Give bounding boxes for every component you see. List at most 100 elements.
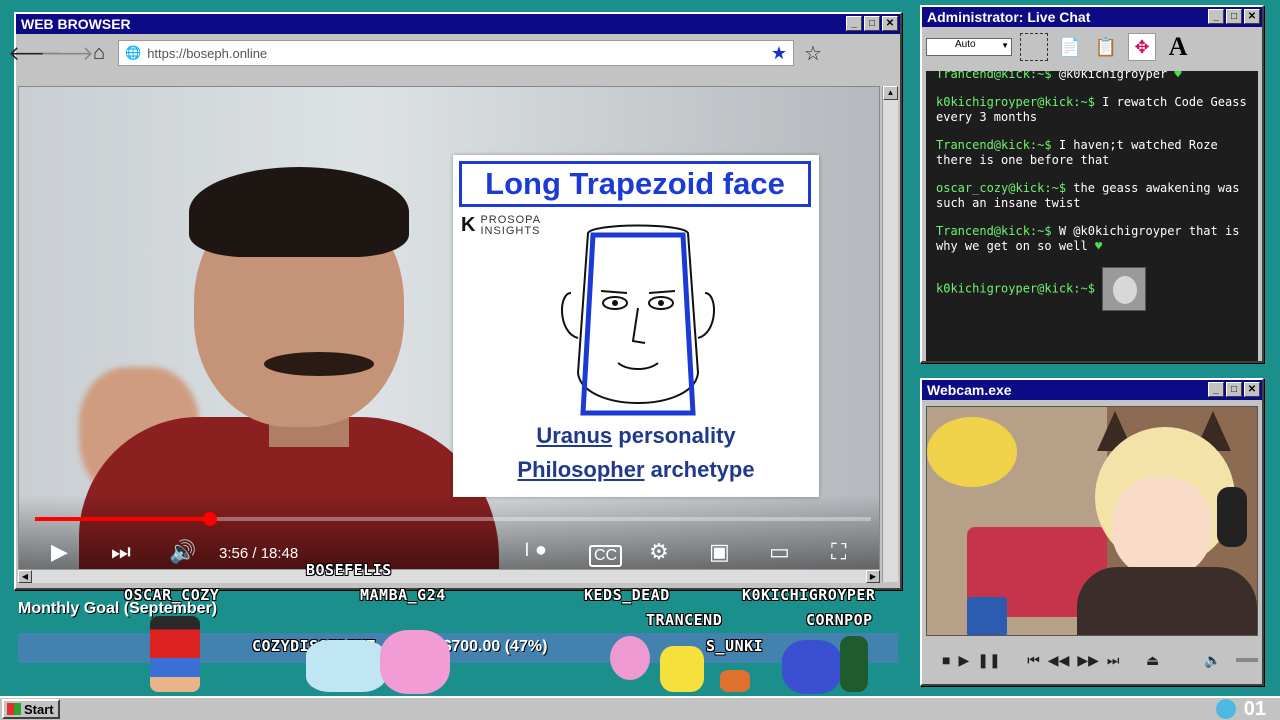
chat-message: k0kichigroyper@kick:~$ [936, 267, 1248, 311]
start-button[interactable]: Start [2, 699, 60, 719]
chat-maximize-button[interactable]: □ [1226, 9, 1242, 24]
chat-title: Administrator: Live Chat [927, 9, 1091, 25]
webcam-window: Webcam.exe _ □ ✕ ■ ▶ ❚❚ ⏮ ◀◀ ▶▶ ⏭ ⏏ 🔈 [920, 378, 1264, 686]
video-player[interactable]: Long Trapezoid face K PROSOPA INSIGHTS U… [18, 86, 880, 582]
browser-title: WEB BROWSER [21, 16, 131, 32]
rewind-icon[interactable]: ◀◀ [1048, 652, 1070, 669]
miniplayer-icon[interactable]: ▣ [709, 539, 730, 565]
fast-forward-icon[interactable]: ▶▶ [1077, 652, 1099, 669]
horizontal-scrollbar[interactable]: ◀ ▶ [18, 569, 880, 583]
viewer-name: BOSEFELIS [306, 561, 392, 579]
webcam-close-button[interactable]: ✕ [1244, 382, 1260, 397]
running-character-sprite [150, 616, 200, 692]
minimize-button[interactable]: _ [846, 16, 862, 31]
webcam-maximize-button[interactable]: □ [1226, 382, 1242, 397]
font-size-select[interactable]: Auto [926, 38, 1012, 56]
slide-line2-rest: archetype [644, 457, 755, 482]
copy-icon[interactable]: 📄 [1056, 33, 1084, 61]
clock: 01 [1243, 698, 1266, 720]
select-tool-icon[interactable] [1020, 33, 1048, 61]
paste-icon[interactable]: 📋 [1092, 33, 1120, 61]
scroll-left-icon[interactable]: ◀ [18, 570, 32, 583]
volume-icon[interactable]: 🔊 [169, 539, 196, 565]
progress-scrubber[interactable] [202, 512, 217, 526]
vertical-scrollbar[interactable]: ▲ [882, 86, 898, 582]
chat-window: Administrator: Live Chat _ □ ✕ Auto 📄 📋 … [920, 5, 1264, 363]
chat-username: k0kichigroyper@kick:~$ [936, 95, 1095, 109]
webcam-view [926, 406, 1258, 636]
blue-creature-sprite [782, 640, 842, 694]
bookmark-star-icon[interactable]: ★ [771, 43, 787, 64]
menu-icon[interactable] [832, 40, 852, 66]
webcam-title: Webcam.exe [927, 382, 1012, 398]
pause-icon[interactable]: ❚❚ [977, 652, 1000, 669]
favorites-star-icon[interactable]: ☆ [800, 40, 826, 66]
chat-username: k0kichigroyper@kick:~$ [936, 281, 1095, 296]
chat-message: Trancend@kick:~$ @k0kichigroyper ♥ [936, 71, 1248, 82]
uranus-link: Uranus [536, 423, 613, 448]
windows-logo-icon [7, 703, 21, 715]
webcam-titlebar[interactable]: Webcam.exe _ □ ✕ [922, 380, 1262, 400]
heart-icon: ♥ [1174, 71, 1182, 81]
video-person-hair [189, 167, 409, 257]
captions-icon[interactable]: CC [589, 545, 623, 567]
skip-end-icon[interactable]: ⏭ [1107, 652, 1120, 669]
chat-messages: Trancend@kick:~$ @k0kichigroyper ♥ k0kic… [926, 71, 1258, 361]
maximize-button[interactable]: □ [864, 16, 880, 31]
browser-navbar: 🡐 🡒 ⌂ 🌐 https://boseph.online ★ ☆ [8, 34, 900, 72]
avatar-face [1112, 477, 1212, 577]
play-icon[interactable]: ▶ [51, 539, 68, 565]
pikachu-sprite [660, 646, 704, 692]
eject-icon[interactable]: ⏏ [1146, 652, 1159, 669]
scroll-up-icon[interactable]: ▲ [883, 86, 898, 100]
viewer-name: KEDS_DEAD [584, 586, 670, 604]
stop-icon[interactable]: ■ [942, 652, 950, 668]
font-icon[interactable]: A [1164, 32, 1192, 61]
charmander-sprite [720, 670, 750, 692]
viewer-name: TRANCEND [646, 611, 723, 629]
skip-start-icon[interactable]: ⏮ [1027, 652, 1040, 669]
emote-image [1102, 267, 1147, 311]
chat-message: Trancend@kick:~$ I haven;t watched Roze … [936, 138, 1248, 168]
browser-titlebar[interactable]: WEB BROWSER _ □ ✕ [16, 14, 900, 34]
progress-bar[interactable] [35, 512, 871, 526]
slide-line1-rest: personality [612, 423, 736, 448]
volume-icon[interactable]: 🔈 [1204, 652, 1221, 669]
autoplay-toggle-icon[interactable]: ⏽● [519, 539, 547, 562]
viewer-name: S_UNKI [706, 637, 764, 655]
video-person-mustache [264, 352, 374, 376]
chat-close-button[interactable]: ✕ [1244, 9, 1260, 24]
move-icon[interactable]: ✥ [1128, 33, 1156, 61]
play-icon[interactable]: ▶ [958, 652, 969, 669]
taskbar: Start 01 [0, 696, 1280, 720]
address-bar[interactable]: 🌐 https://boseph.online ★ [118, 40, 794, 66]
close-button[interactable]: ✕ [882, 16, 898, 31]
webcam-minimize-button[interactable]: _ [1208, 382, 1224, 397]
face-illustration-icon [560, 224, 716, 416]
browser-window: WEB BROWSER _ □ ✕ 🡐 🡒 ⌂ 🌐 https://boseph… [8, 12, 902, 590]
jigglypuff-sprite [610, 636, 650, 680]
tray-icon[interactable] [1216, 699, 1236, 719]
chat-username: Trancend@kick:~$ [936, 71, 1052, 81]
goal-text: /$700.00 (47%) [438, 638, 548, 655]
philosopher-link: Philosopher [517, 457, 645, 482]
start-label: Start [24, 701, 54, 717]
scroll-right-icon[interactable]: ▶ [866, 570, 880, 583]
slide-brand: K PROSOPA INSIGHTS [461, 215, 541, 237]
theater-mode-icon[interactable]: ▭ [769, 539, 790, 565]
home-icon[interactable]: ⌂ [86, 40, 112, 66]
next-icon[interactable]: ⏭ [111, 539, 131, 565]
chat-minimize-button[interactable]: _ [1208, 9, 1224, 24]
globe-icon: 🌐 [125, 45, 142, 60]
viewer-name: OSCAR_COZY [124, 586, 220, 604]
webcam-mug [967, 597, 1007, 635]
viewer-name: K0KICHIGROYPER [742, 586, 876, 604]
progress-played [35, 517, 210, 521]
heart-icon: ♥ [1094, 239, 1103, 253]
settings-gear-icon[interactable]: ⚙ [649, 539, 669, 565]
creature-sprite [306, 640, 386, 692]
forward-arrow-icon[interactable]: 🡒 [40, 40, 94, 66]
chat-titlebar[interactable]: Administrator: Live Chat _ □ ✕ [922, 7, 1262, 27]
volume-slider[interactable] [1235, 658, 1258, 662]
fullscreen-icon[interactable]: ⛶ [831, 539, 846, 565]
